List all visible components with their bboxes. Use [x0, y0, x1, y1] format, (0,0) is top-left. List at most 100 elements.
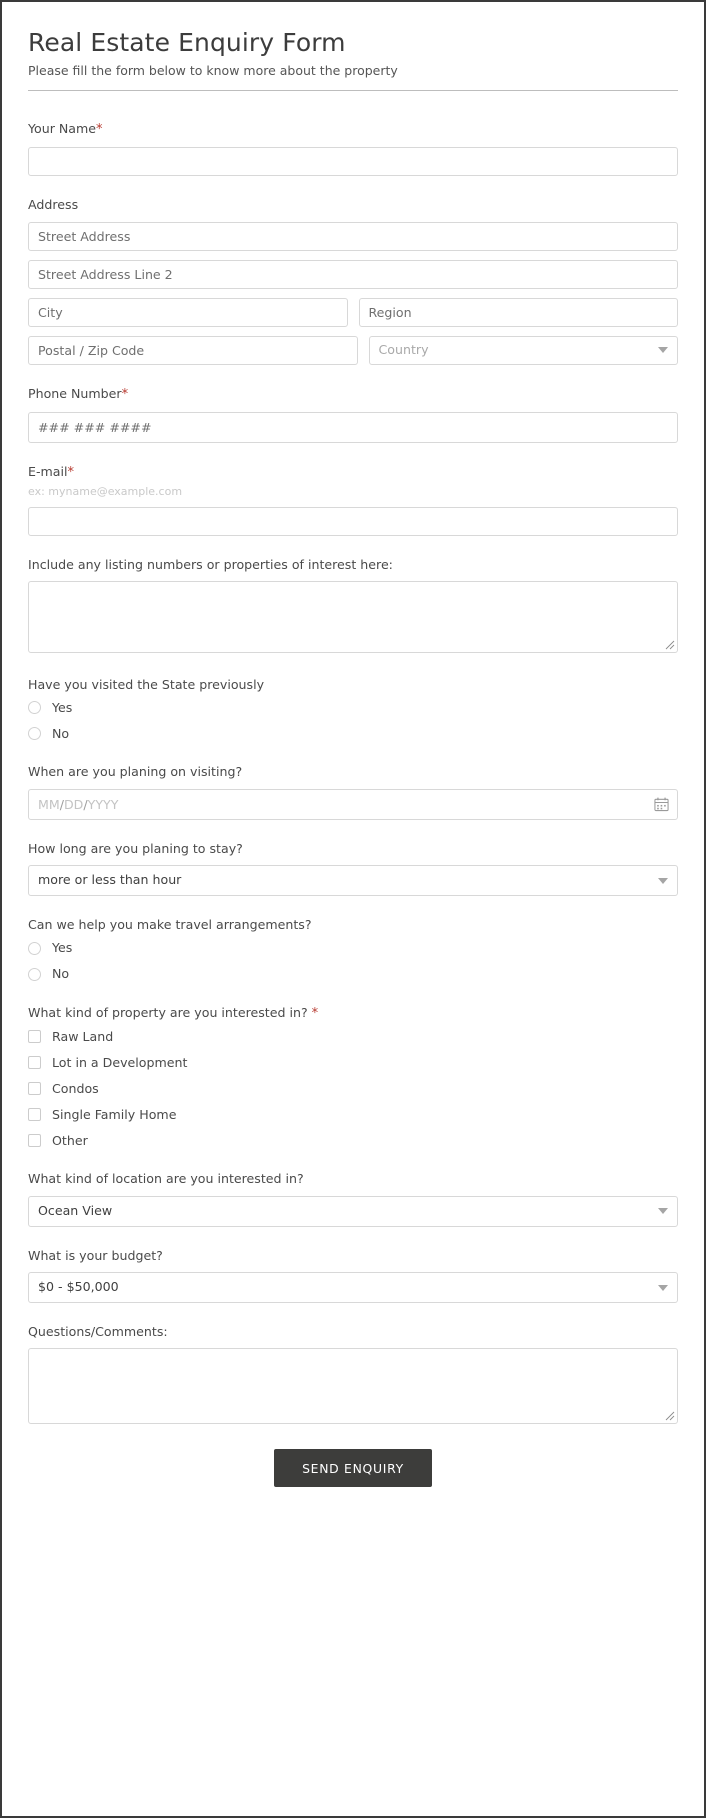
form-container: Real Estate Enquiry Form Please fill the… [2, 2, 704, 1521]
checkbox-square-icon [28, 1108, 41, 1122]
radio-option-visited-yes[interactable]: Yes [28, 699, 678, 715]
visit-date-label: When are you planing on visiting? [28, 764, 243, 780]
radio-option-travel-yes[interactable]: Yes [28, 939, 678, 955]
field-stay-length: How long are you planing to stay? more o… [28, 840, 678, 897]
field-travel-arrangements: Can we help you make travel arrangements… [28, 917, 678, 981]
property-kind-checkbox-group: Raw Land Lot in a Development Condos Sin… [28, 1028, 678, 1148]
street-address-line2-input[interactable] [28, 259, 678, 289]
checkbox-option-single-family-home[interactable]: Single Family Home [28, 1106, 678, 1122]
address-postal-country-row: Country [28, 335, 678, 365]
field-email: E-mail* ex: myname@example.com [28, 464, 678, 536]
checkbox-option-condos[interactable]: Condos [28, 1080, 678, 1096]
date-part-year: YYYY [87, 796, 119, 812]
questions-comments-textarea[interactable] [28, 1348, 678, 1425]
field-property-kind: What kind of property are you interested… [28, 1005, 678, 1148]
field-your-name: Your Name* [28, 121, 678, 177]
visited-state-radio-group: Yes No [28, 699, 678, 741]
field-questions-comments: Questions/Comments: [28, 1324, 678, 1425]
radio-circle-icon [28, 701, 41, 715]
listing-notes-textarea[interactable] [28, 581, 678, 654]
checkbox-option-raw-land[interactable]: Raw Land [28, 1028, 678, 1044]
checkbox-square-icon [28, 1082, 41, 1096]
postal-zip-input[interactable] [28, 335, 358, 365]
location-kind-select-value: Ocean View [28, 1195, 678, 1227]
property-kind-label-text: What kind of property are you interested… [28, 1004, 308, 1020]
field-budget: What is your budget? $0 - $50,000 [28, 1247, 678, 1304]
phone-number-label-text: Phone Number [28, 385, 122, 401]
radio-label: No [52, 725, 70, 741]
calendar-icon[interactable] [654, 797, 669, 812]
checkbox-label: Single Family Home [52, 1106, 177, 1122]
travel-arrangements-label: Can we help you make travel arrangements… [28, 917, 312, 933]
date-part-month: MM [38, 796, 60, 812]
your-name-label: Your Name* [28, 121, 678, 139]
radio-option-travel-no[interactable]: No [28, 965, 678, 981]
radio-circle-icon [28, 967, 41, 981]
visit-date-wrapper: MM / DD / YYYY [28, 788, 678, 820]
radio-label: No [52, 965, 70, 981]
address-city-region-row [28, 297, 678, 327]
radio-option-visited-no[interactable]: No [28, 725, 678, 741]
visited-state-label: Have you visited the State previously [28, 677, 265, 693]
budget-select-value: $0 - $50,000 [28, 1272, 678, 1304]
header-divider [28, 90, 678, 92]
field-visit-date: When are you planing on visiting? MM / DD /… [28, 764, 678, 820]
property-kind-label: What kind of property are you interested… [28, 1005, 678, 1023]
checkbox-label: Raw Land [52, 1028, 114, 1044]
field-location-kind: What kind of location are you interested… [28, 1171, 678, 1227]
required-asterisk: * [96, 122, 103, 138]
radio-label: Yes [52, 699, 73, 715]
radio-circle-icon [28, 727, 41, 741]
visit-date-input[interactable]: MM / DD / YYYY [28, 788, 678, 820]
checkbox-square-icon [28, 1030, 41, 1044]
checkbox-square-icon [28, 1056, 41, 1070]
location-kind-select[interactable]: Ocean View [28, 1195, 678, 1227]
submit-row: SEND ENQUIRY [28, 1449, 678, 1521]
budget-label: What is your budget? [28, 1247, 163, 1263]
checkbox-label: Condos [52, 1080, 99, 1096]
checkbox-option-lot-in-a-development[interactable]: Lot in a Development [28, 1054, 678, 1070]
questions-comments-wrapper [28, 1348, 678, 1425]
stay-length-label: How long are you planing to stay? [28, 840, 243, 856]
address-label: Address [28, 197, 79, 213]
field-phone-number: Phone Number* [28, 386, 678, 443]
email-label: E-mail* [28, 464, 678, 482]
questions-comments-label: Questions/Comments: [28, 1324, 168, 1340]
your-name-label-text: Your Name [28, 121, 97, 137]
country-select[interactable]: Country [368, 335, 678, 365]
checkbox-label: Lot in a Development [52, 1054, 188, 1070]
required-asterisk: * [67, 464, 75, 480]
date-part-day: DD [63, 796, 84, 812]
email-input[interactable] [28, 506, 678, 536]
phone-number-input[interactable] [28, 411, 678, 443]
page-subtitle: Please fill the form below to know more … [28, 62, 398, 78]
field-listing-notes: Include any listing numbers or propertie… [28, 556, 678, 654]
form-page-frame: Real Estate Enquiry Form Please fill the… [0, 0, 706, 1818]
location-kind-label: What kind of location are you interested… [28, 1171, 304, 1187]
required-asterisk: * [311, 1005, 319, 1021]
field-visited-state: Have you visited the State previously Ye… [28, 677, 678, 741]
checkbox-square-icon [28, 1134, 41, 1148]
stay-length-select-value: more or less than hour [28, 865, 678, 897]
checkbox-option-other[interactable]: Other [28, 1132, 678, 1148]
radio-label: Yes [52, 939, 73, 955]
listing-notes-label: Include any listing numbers or propertie… [28, 556, 393, 572]
address-subfields: Country [28, 221, 678, 365]
page-title: Real Estate Enquiry Form [28, 28, 346, 57]
region-input[interactable] [358, 297, 678, 327]
field-address: Address Country [28, 197, 678, 365]
listing-notes-wrapper [28, 581, 678, 654]
phone-number-label: Phone Number* [28, 386, 678, 404]
required-asterisk: * [121, 386, 129, 402]
send-enquiry-button[interactable]: SEND ENQUIRY [274, 1449, 432, 1488]
your-name-input[interactable] [28, 147, 678, 177]
checkbox-label: Other [52, 1132, 88, 1148]
radio-circle-icon [28, 941, 41, 955]
stay-length-select[interactable]: more or less than hour [28, 865, 678, 897]
country-select-value: Country [368, 335, 678, 365]
street-address-input[interactable] [28, 221, 678, 251]
email-label-text: E-mail [28, 463, 68, 479]
budget-select[interactable]: $0 - $50,000 [28, 1272, 678, 1304]
travel-arrangements-radio-group: Yes No [28, 939, 678, 981]
city-input[interactable] [28, 297, 348, 327]
